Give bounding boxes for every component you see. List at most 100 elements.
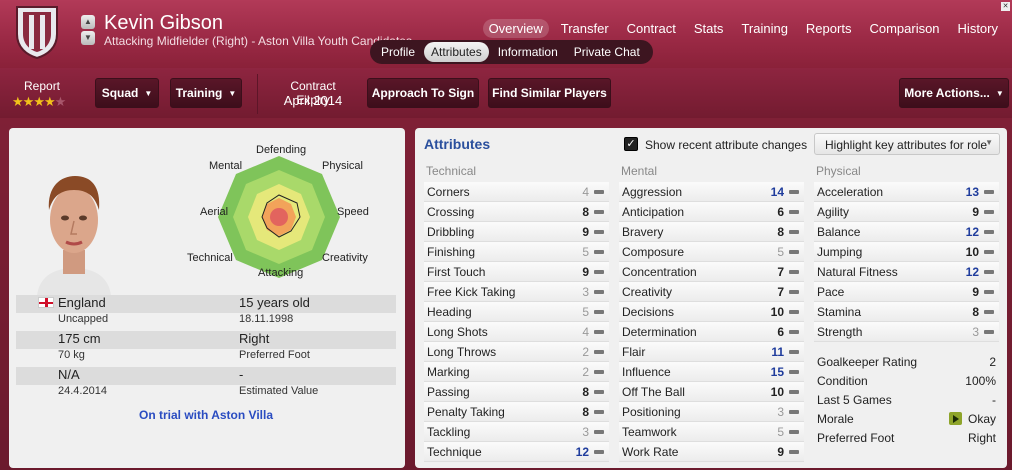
attribute-row[interactable]: Long Throws 2 — [424, 342, 609, 362]
attribute-row[interactable]: First Touch 9 — [424, 262, 609, 282]
attribute-row[interactable]: Off The Ball 10 — [619, 382, 804, 402]
player-switcher: ▲ ▼ — [81, 15, 95, 45]
attribute-row[interactable]: Strength 3 — [814, 322, 999, 342]
tab-attributes[interactable]: Attributes — [424, 42, 489, 62]
no-change-icon — [979, 189, 999, 194]
attribute-value: 3 — [972, 324, 979, 339]
attribute-row[interactable]: Corners 4 — [424, 182, 609, 202]
attribute-name: Long Shots — [427, 324, 488, 339]
attribute-row[interactable]: Passing 8 — [424, 382, 609, 402]
attribute-row[interactable]: Finishing 5 — [424, 242, 609, 262]
nav-contract[interactable]: Contract — [621, 19, 682, 38]
profile-panel: Defending Physical Speed Creativity Atta… — [9, 128, 405, 468]
attribute-row[interactable]: Tackling 3 — [424, 422, 609, 442]
height: 175 cm — [58, 331, 101, 346]
attribute-row[interactable]: Natural Fitness 12 — [814, 262, 999, 282]
attribute-row[interactable]: Influence 15 — [619, 362, 804, 382]
status-row: Condition 100% — [814, 371, 999, 390]
nav-stats[interactable]: Stats — [688, 19, 730, 38]
trial-status-link[interactable]: On trial with Aston Villa — [16, 408, 396, 422]
squad-button[interactable]: Squad ▼ — [95, 78, 159, 108]
attribute-row[interactable]: Aggression 14 — [619, 182, 804, 202]
chevron-down-icon: ▼ — [144, 88, 153, 98]
previous-player-button[interactable]: ▲ — [81, 15, 95, 29]
mental-column: Mental Aggression 14 Anticipation 6 Bravery 8… — [619, 164, 804, 462]
attribute-row[interactable]: Concentration 7 — [619, 262, 804, 282]
nav-comparison[interactable]: Comparison — [863, 19, 945, 38]
technical-header: Technical — [426, 164, 477, 178]
attribute-value: 2 — [582, 364, 589, 379]
attribute-value: 6 — [777, 324, 784, 339]
no-change-icon — [784, 369, 804, 374]
bio-row: 175 cm Right — [16, 331, 396, 349]
radar-label-attacking: Attacking — [258, 267, 304, 279]
attribute-row[interactable]: Long Shots 4 — [424, 322, 609, 342]
next-player-button[interactable]: ▼ — [81, 31, 95, 45]
no-change-icon — [589, 209, 609, 214]
attribute-row[interactable]: Bravery 8 — [619, 222, 804, 242]
physical-column: Physical Acceleration 13 Agility 9 Balance 12… — [814, 164, 999, 447]
attribute-row[interactable]: Positioning 3 — [619, 402, 804, 422]
attribute-row[interactable]: Heading 5 — [424, 302, 609, 322]
nav-overview[interactable]: Overview — [482, 19, 549, 38]
tab-information[interactable]: Information — [491, 42, 565, 62]
attribute-name: Positioning — [622, 404, 681, 419]
attribute-row[interactable]: Penalty Taking 8 — [424, 402, 609, 422]
attribute-row[interactable]: Anticipation 6 — [619, 202, 804, 222]
nav-reports[interactable]: Reports — [800, 19, 858, 38]
more-actions-label: More Actions... — [904, 86, 990, 100]
nav-history[interactable]: History — [952, 19, 1004, 38]
approach-to-sign-button[interactable]: Approach To Sign — [367, 78, 479, 108]
attribute-row[interactable]: Crossing 8 — [424, 202, 609, 222]
attribute-name: Passing — [427, 384, 470, 399]
attribute-name: Technique — [427, 444, 482, 459]
attribute-row[interactable]: Jumping 10 — [814, 242, 999, 262]
no-change-icon — [784, 349, 804, 354]
star-icon: ★ — [22, 94, 35, 109]
nav-transfer[interactable]: Transfer — [555, 19, 615, 38]
more-actions-button[interactable]: More Actions... ▼ — [899, 78, 1009, 108]
status-name: Condition — [817, 373, 868, 388]
attribute-row[interactable]: Acceleration 13 — [814, 182, 999, 202]
attribute-row[interactable]: Free Kick Taking 3 — [424, 282, 609, 302]
no-change-icon — [784, 429, 804, 434]
attribute-value: 3 — [777, 404, 784, 419]
show-changes-checkbox[interactable]: ✓ — [624, 137, 638, 151]
tab-profile[interactable]: Profile — [374, 42, 422, 62]
attribute-row[interactable]: Creativity 7 — [619, 282, 804, 302]
nav-training[interactable]: Training — [735, 19, 793, 38]
player-header: ▲ ▼ Kevin Gibson Attacking Midfielder (R… — [0, 0, 1012, 68]
attribute-row[interactable]: Balance 12 — [814, 222, 999, 242]
status-name: Morale — [817, 411, 854, 426]
highlight-role-dropdown[interactable]: Highlight key attributes for role ▼ — [814, 133, 1000, 155]
attribute-value: 8 — [582, 384, 589, 399]
attribute-row[interactable]: Teamwork 5 — [619, 422, 804, 442]
attribute-row[interactable]: Technique 12 — [424, 442, 609, 462]
attribute-name: Dribbling — [427, 224, 475, 239]
attribute-row[interactable]: Dribbling 9 — [424, 222, 609, 242]
attribute-row[interactable]: Determination 6 — [619, 322, 804, 342]
attribute-value: 6 — [777, 204, 784, 219]
find-similar-players-button[interactable]: Find Similar Players — [488, 78, 611, 108]
attribute-row[interactable]: Marking 2 — [424, 362, 609, 382]
attributes-title: Attributes — [424, 136, 491, 152]
attribute-row[interactable]: Agility 9 — [814, 202, 999, 222]
training-button[interactable]: Training ▼ — [170, 78, 242, 108]
attribute-value: 4 — [582, 324, 589, 339]
status-value-wrap: 100% — [965, 374, 999, 388]
tab-private-chat[interactable]: Private Chat — [567, 42, 647, 62]
attribute-row[interactable]: Pace 9 — [814, 282, 999, 302]
attribute-value: 8 — [582, 204, 589, 219]
show-changes-label: Show recent attribute changes — [645, 138, 808, 152]
attribute-row[interactable]: Work Rate 9 — [619, 442, 804, 462]
report-star-rating[interactable]: ★★★★★ — [12, 94, 66, 110]
technical-column: Technical Corners 4 Crossing 8 Dribbling 9 Fin… — [424, 164, 609, 462]
attribute-value: 10 — [770, 384, 784, 399]
nationality: England — [16, 295, 199, 313]
attribute-row[interactable]: Decisions 10 — [619, 302, 804, 322]
attribute-row[interactable]: Composure 5 — [619, 242, 804, 262]
attribute-row[interactable]: Flair 11 — [619, 342, 804, 362]
close-icon[interactable]: ✕ — [1001, 2, 1010, 11]
attribute-row[interactable]: Stamina 8 — [814, 302, 999, 322]
attribute-name: Finishing — [427, 244, 476, 259]
